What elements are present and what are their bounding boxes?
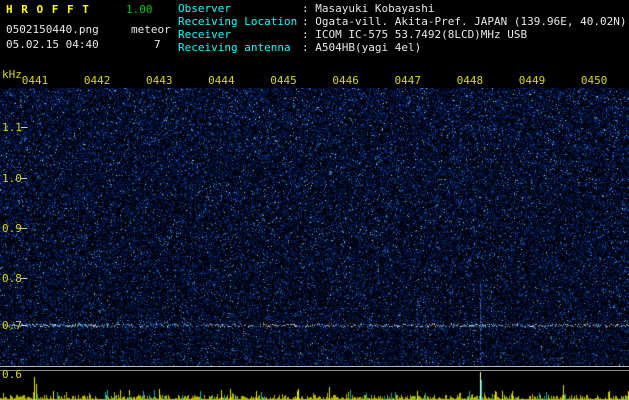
time-tick-label: 0448 xyxy=(456,74,484,87)
freq-tick-mark xyxy=(21,325,27,326)
freq-tick-mark xyxy=(21,278,27,279)
info-label: Observer xyxy=(178,2,231,15)
freq-tick-mark xyxy=(21,178,27,179)
freq-tick-label: 1.0 xyxy=(2,172,22,185)
time-tick-label: 0441 xyxy=(21,74,49,87)
app-title: H R O F F T xyxy=(6,3,90,16)
info-value: : ICOM IC-575 53.7492(8LCD)MHz USB xyxy=(302,28,528,41)
freq-tick-label: 1.1 xyxy=(2,121,22,134)
info-value: : Ogata-vill. Akita-Pref. JAPAN (139.96E… xyxy=(302,15,627,28)
freq-tick-label: 0.8 xyxy=(2,272,22,285)
freq-unit-label: kHz xyxy=(2,68,22,81)
spectrogram-canvas xyxy=(0,88,629,366)
output-filename: 0502150440.png xyxy=(6,23,99,36)
time-tick-label: 0442 xyxy=(83,74,111,87)
time-tick-label: 0444 xyxy=(208,74,235,87)
info-label: Receiving antenna xyxy=(178,41,291,54)
mode-label: meteor xyxy=(131,23,171,36)
info-label: Receiver xyxy=(178,28,231,41)
time-tick-label: 0446 xyxy=(332,74,359,87)
time-tick-label: 0450 xyxy=(580,74,608,87)
freq-tick-mark xyxy=(21,127,27,128)
info-row: Receiving antenna : A504HB(yagi 4el) xyxy=(178,41,627,54)
info-label: Receiving Location xyxy=(178,15,298,28)
hrofft-screen: H R O F F T 1.00 0502150440.png meteor 0… xyxy=(0,0,629,400)
panel-separator xyxy=(0,366,629,371)
time-tick-label: 0449 xyxy=(518,74,546,87)
info-value: : Masayuki Kobayashi xyxy=(302,2,435,15)
info-value: : A504HB(yagi 4el) xyxy=(302,41,422,54)
freq-tick-label: 0.7 xyxy=(2,319,22,332)
app-version: 1.00 xyxy=(126,3,153,16)
station-info-list: Observer: Masayuki Kobayashi Receiving Lo… xyxy=(178,2,627,54)
timestamp: 05.02.15 04:40 xyxy=(6,38,99,51)
info-row: Observer : Masayuki Kobayashi xyxy=(178,2,627,15)
freq-tick-mark xyxy=(21,228,27,229)
time-tick-label: 0443 xyxy=(146,74,173,87)
time-tick-label: 0447 xyxy=(394,74,422,87)
info-row: Receiving Location : Ogata-vill. Akita-Pr… xyxy=(178,15,627,28)
signal-meter-canvas xyxy=(0,371,629,400)
freq-tick-label: 0.6 xyxy=(2,368,22,381)
freq-tick-label: 0.9 xyxy=(2,222,22,235)
info-row: Receiver : ICOM IC-575 53.7492(8LCD)MHz U… xyxy=(178,28,627,41)
time-tick-label: 0445 xyxy=(270,74,297,87)
echo-count: 7 xyxy=(154,38,161,51)
